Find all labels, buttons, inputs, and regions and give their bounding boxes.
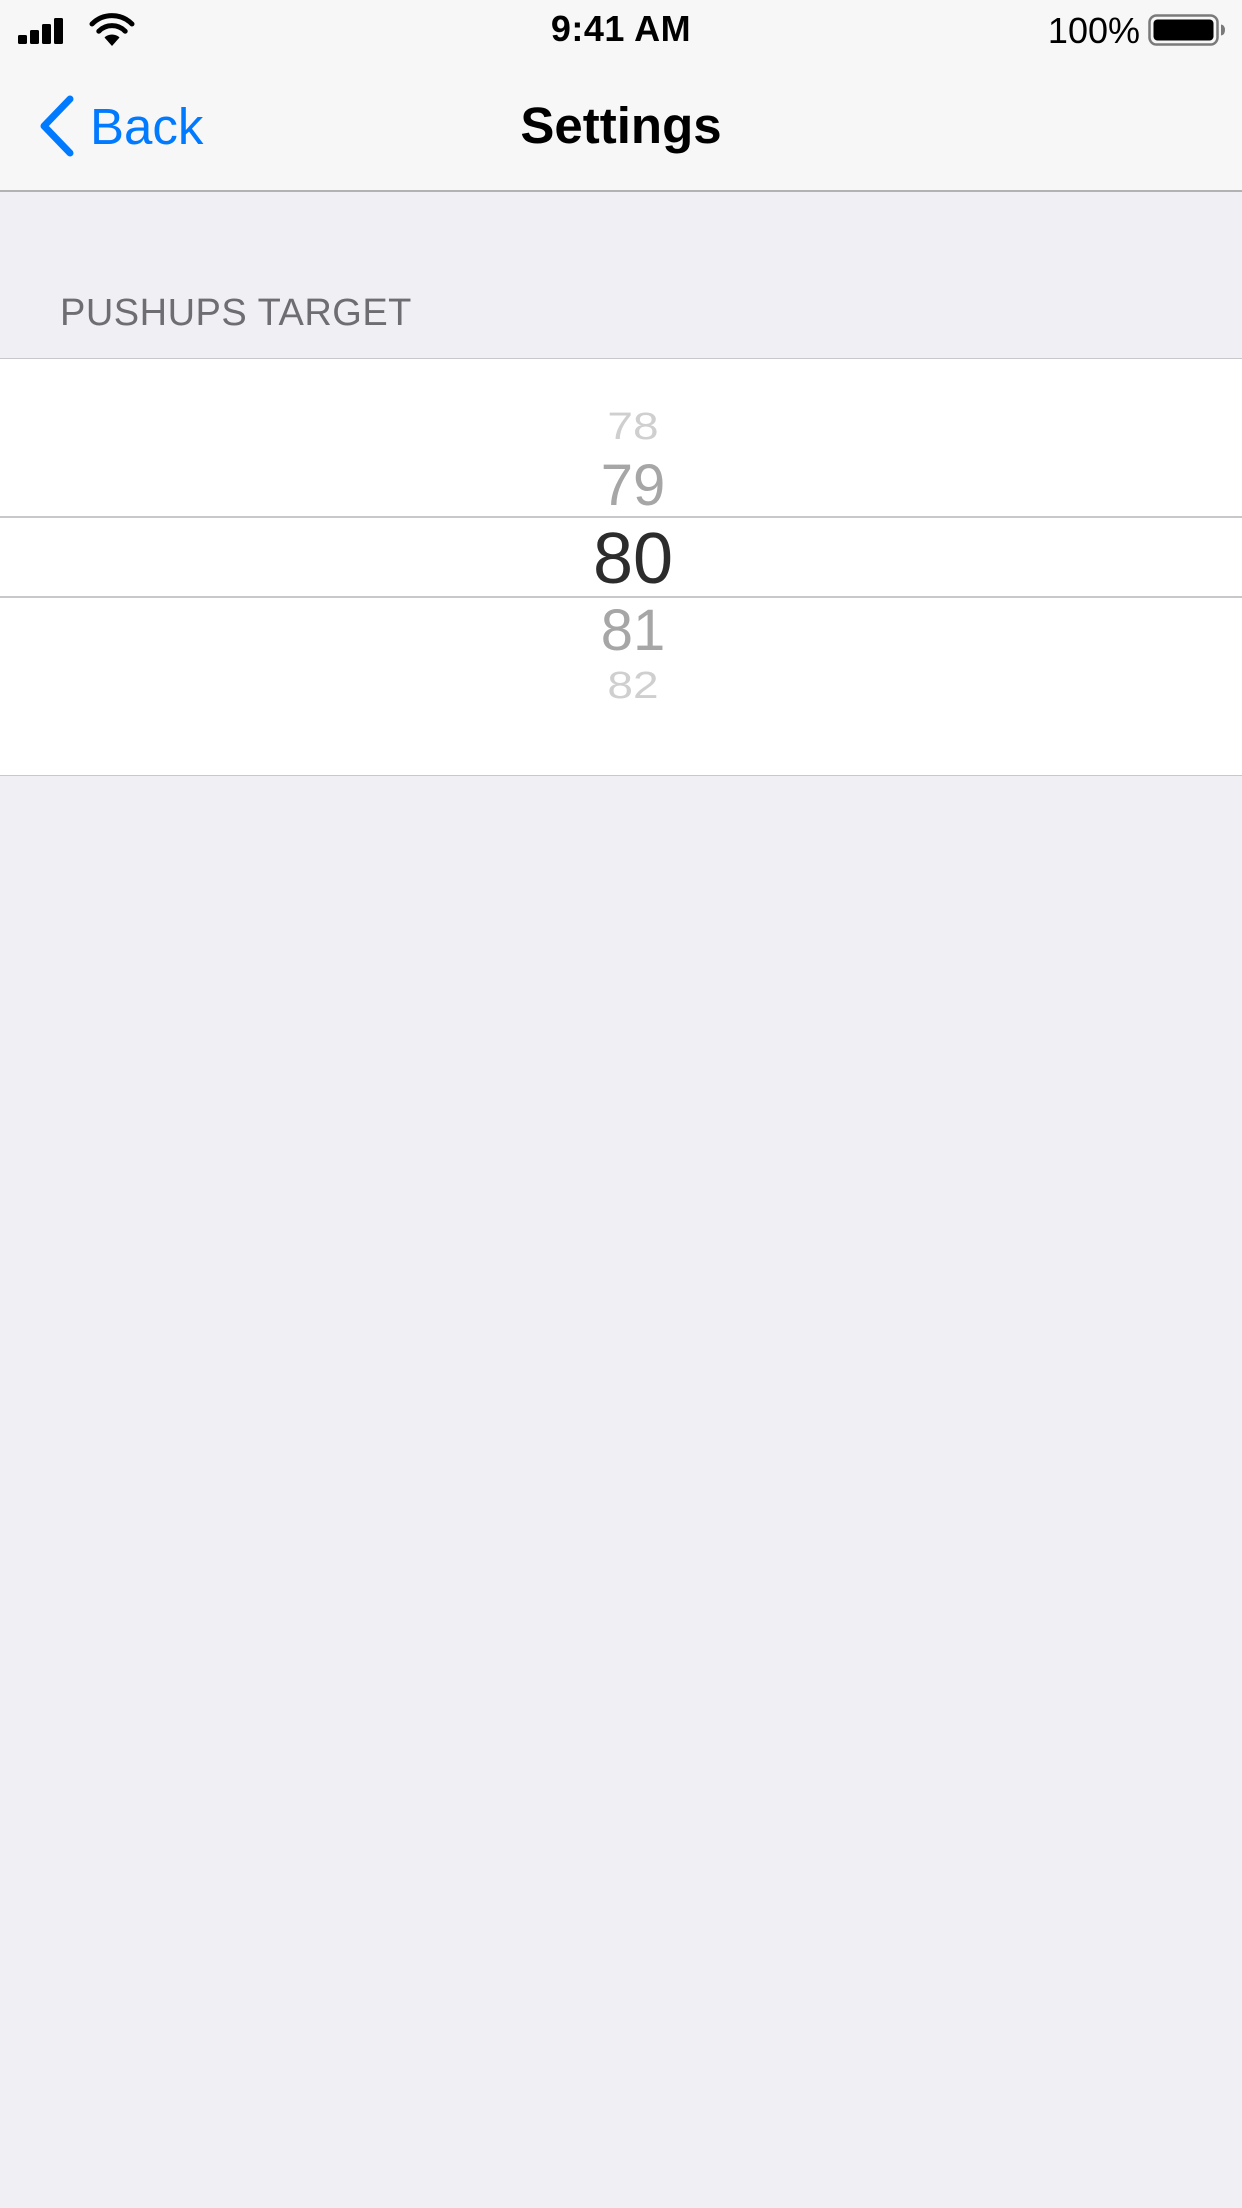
- pushups-target-picker[interactable]: 78 79 80 81 82: [0, 358, 1242, 776]
- status-bar: 9:41 AM 100%: [0, 0, 1242, 60]
- picker-option[interactable]: 79: [0, 457, 1242, 515]
- battery-icon: [1148, 14, 1225, 46]
- page-title: Settings: [520, 97, 722, 154]
- battery-percentage: 100%: [1047, 10, 1140, 51]
- picker-option[interactable]: 81: [0, 602, 1242, 660]
- picker-selected-option[interactable]: 80: [0, 523, 1242, 595]
- section-header: PUSHUPS TARGET: [60, 292, 412, 334]
- picker-selection-top-line: [0, 516, 1242, 518]
- navigation-bar: Back Settings: [0, 60, 1242, 192]
- picker-option[interactable]: 82: [0, 666, 1242, 704]
- picker-option[interactable]: 78: [0, 407, 1242, 445]
